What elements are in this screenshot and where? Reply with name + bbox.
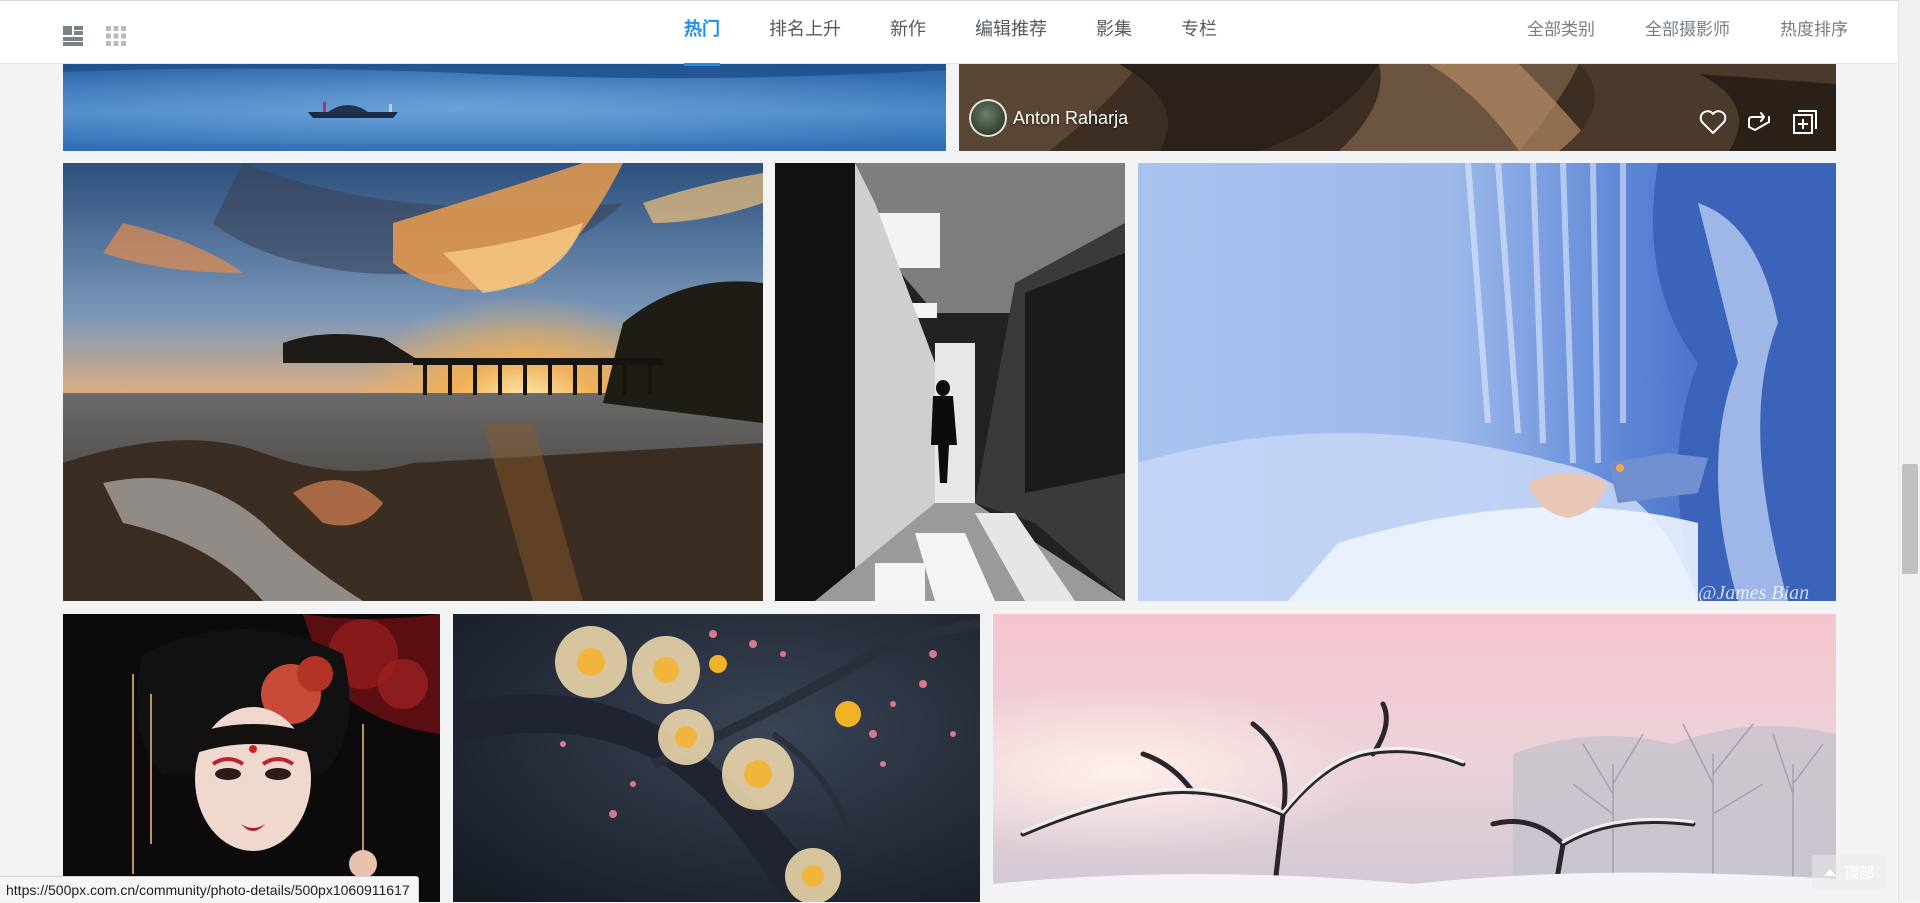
tab-ranking-up[interactable]: 排名上升 [769, 1, 841, 65]
tab-galleries[interactable]: 影集 [1096, 1, 1132, 65]
author-name[interactable]: Anton Raharja [1013, 108, 1128, 129]
tab-columns[interactable]: 专栏 [1181, 1, 1217, 65]
photo-card-sunset-pier[interactable] [63, 163, 763, 601]
photo-corridor-silhouette-image [775, 163, 1125, 601]
photo-author[interactable]: Anton Raharja [969, 99, 1128, 137]
back-to-top-label: 顶部 [1844, 862, 1874, 883]
category-tabs: 热门 排名上升 新作 编辑推荐 影集 专栏 [684, 1, 1266, 65]
photo-plum-blossom-image [453, 614, 980, 902]
back-to-top-button[interactable]: 顶部 [1812, 855, 1886, 889]
photo-frozen-waterfall-image: @James Bian [1138, 163, 1836, 601]
photo-card-snowy-trees[interactable] [993, 614, 1836, 902]
photo-hanfu-portrait-image [63, 614, 440, 902]
photo-card-coastal-rocks[interactable]: Anton Raharja [959, 64, 1836, 151]
filter-menu: 全部类别 全部摄影师 热度排序 [1527, 1, 1898, 65]
photo-card-frozen-waterfall[interactable]: @James Bian [1138, 163, 1836, 601]
tab-editors-choice[interactable]: 编辑推荐 [975, 1, 1047, 65]
photo-card-plum-blossom[interactable] [453, 614, 980, 902]
page-scrollbar[interactable] [1898, 0, 1920, 902]
arrow-up-icon [1824, 869, 1836, 876]
photo-snowy-trees-image [993, 614, 1836, 902]
sort-order-filter[interactable]: 热度排序 [1780, 1, 1848, 65]
top-navigation-bar: 热门 排名上升 新作 编辑推荐 影集 专栏 全部类别 全部摄影师 热度排序 [0, 0, 1898, 64]
category-filter[interactable]: 全部类别 [1527, 1, 1595, 65]
list-view-icon[interactable] [62, 25, 84, 47]
photo-card-misty-boat[interactable] [63, 64, 946, 151]
grid-view-icon[interactable] [105, 25, 127, 47]
photo-card-hanfu-portrait[interactable] [63, 614, 440, 902]
tab-hot[interactable]: 热门 [684, 1, 720, 65]
scrollbar-thumb[interactable] [1902, 464, 1918, 574]
status-url: https://500px.com.cn/community/photo-det… [0, 876, 419, 902]
photo-card-corridor-silhouette[interactable] [775, 163, 1125, 601]
photo-actions [1682, 107, 1820, 137]
photo-watermark: @James Bian [1698, 582, 1809, 601]
avatar[interactable] [969, 99, 1007, 137]
share-icon[interactable] [1744, 107, 1774, 137]
photo-sunset-pier-image [63, 163, 763, 601]
photo-misty-boat-image [63, 64, 946, 151]
photographer-filter[interactable]: 全部摄影师 [1645, 1, 1730, 65]
tab-new[interactable]: 新作 [890, 1, 926, 65]
like-icon[interactable] [1698, 107, 1728, 137]
add-to-gallery-icon[interactable] [1790, 107, 1820, 137]
